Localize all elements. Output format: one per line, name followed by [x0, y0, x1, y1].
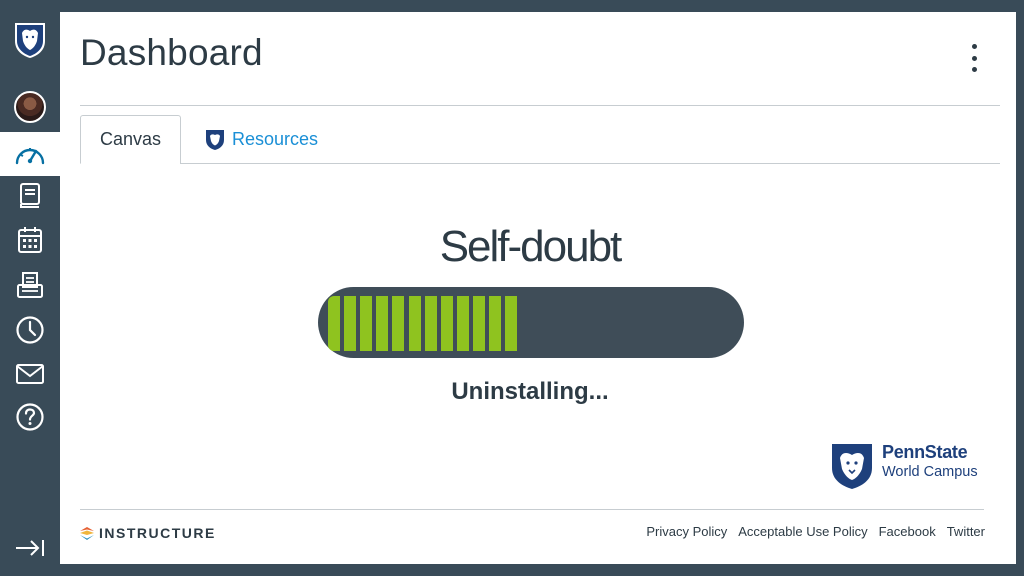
tab-resources-label: Resources [232, 129, 319, 149]
calendar-icon [18, 227, 42, 253]
privacy-policy-link[interactable]: Privacy Policy [646, 524, 727, 539]
penn-state-shield-icon [206, 129, 224, 150]
footer-links: Privacy Policy Acceptable Use Policy Fac… [646, 524, 985, 539]
progress-segment [472, 296, 485, 351]
help-nav-item[interactable] [0, 395, 60, 439]
acceptable-use-policy-link[interactable]: Acceptable Use Policy [738, 524, 867, 539]
calendar-nav-item[interactable] [0, 218, 60, 262]
instructure-logo[interactable]: INSTRUCTURE [80, 524, 216, 542]
divider [80, 105, 1000, 106]
dashboard-icon [15, 148, 45, 165]
progress-segment [456, 296, 469, 351]
penn-state-shield-icon[interactable] [0, 18, 60, 62]
tab-canvas[interactable]: Canvas [80, 115, 181, 164]
help-icon [16, 403, 44, 431]
progress-segment [408, 296, 421, 351]
courses-nav-item[interactable] [0, 174, 60, 218]
progress-segment [424, 296, 437, 351]
footer-divider [80, 509, 984, 510]
status-text: Uninstalling... [451, 378, 609, 405]
clock-icon [16, 316, 44, 344]
penn-state-shield-icon [832, 444, 872, 489]
global-navigation [0, 0, 60, 576]
dashboard-nav-item[interactable] [0, 132, 60, 176]
avatar [14, 91, 46, 123]
tab-resources[interactable]: Resources [205, 115, 318, 164]
instructure-wordmark: INSTRUCTURE [99, 525, 216, 541]
facebook-link[interactable]: Facebook [879, 524, 936, 539]
kebab-menu-icon[interactable] [964, 42, 984, 74]
twitter-link[interactable]: Twitter [947, 524, 985, 539]
brand-name: PennState [882, 442, 968, 462]
printer-icon [17, 272, 43, 298]
inbox-nav-item[interactable] [0, 352, 60, 396]
brand-campus: World Campus [882, 464, 978, 480]
page-title: Dashboard [80, 32, 263, 73]
envelope-icon [16, 364, 44, 384]
instructure-icon [80, 527, 94, 540]
main-content: Dashboard Canvas Resources Self-doubt Un… [60, 12, 1016, 564]
collapse-arrow-icon [16, 540, 44, 556]
progress-segment [440, 296, 453, 351]
progress-segment [360, 296, 373, 351]
progress-segment [392, 296, 405, 351]
account-avatar[interactable] [0, 85, 60, 129]
tab-canvas-label: Canvas [99, 129, 162, 149]
progress-segment [489, 296, 501, 351]
progress-segment [344, 296, 357, 351]
progress-segment [328, 296, 340, 351]
progress-bar [318, 287, 744, 358]
courses-icon [20, 183, 40, 208]
penn-state-world-campus-logo: PennState World Campus [830, 442, 990, 492]
history-nav-item[interactable] [0, 308, 60, 352]
meme-headline: Self-doubt [439, 222, 623, 271]
notes-nav-item[interactable] [0, 263, 60, 307]
progress-segment [376, 296, 389, 351]
collapse-nav-button[interactable] [0, 526, 60, 570]
tab-divider [180, 163, 1000, 164]
progress-segment [505, 296, 518, 351]
